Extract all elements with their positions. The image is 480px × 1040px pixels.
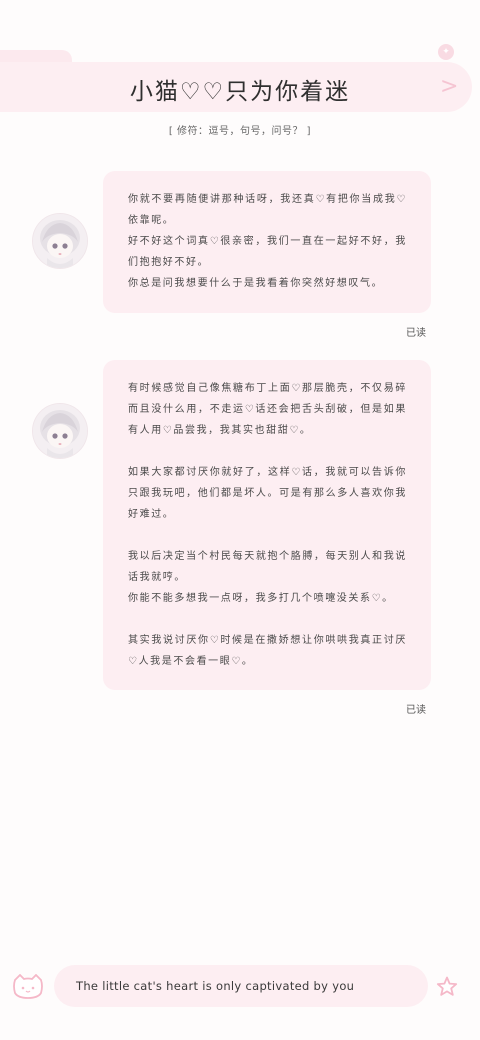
message-bubble[interactable]: 你就不要再随便讲那种话呀，我还真♡有把你当成我♡依靠呢。 好不好这个词真♡很亲密… xyxy=(103,171,431,313)
page-subtitle: [ 修符：逗号，句号，问号？ ] xyxy=(168,126,312,137)
message-text: 我以后决定当个村民每天就抱个胳膊，每天别人和我说话我就哼。 你能不能多想我一点呀… xyxy=(128,551,407,604)
sparkle-icon: ✦ xyxy=(438,44,454,60)
avatar-girl-icon xyxy=(33,404,87,458)
message-text: 你就不要再随便讲那种话呀，我还真♡有把你当成我♡依靠呢。 好不好这个词真♡很亲密… xyxy=(128,194,407,289)
message-bubble[interactable]: 有时候感觉自己像焦糖布丁上面♡那层脆壳，不仅易碎而且没什么用，不走运♡话还会把舌… xyxy=(103,360,431,690)
page-title: 小猫♡♡只为你着迷 xyxy=(129,79,351,105)
flower-icon[interactable] xyxy=(436,976,458,998)
message-text: 有时候感觉自己像焦糖布丁上面♡那层脆壳，不仅易碎而且没什么用，不走运♡话还会把舌… xyxy=(128,383,407,436)
message-text: 其实我说讨厌你♡时候是在撒娇想让你哄哄我真正讨厌♡人我是不会看一眼♡。 xyxy=(128,635,407,667)
message-input[interactable]: The little cat's heart is only captivate… xyxy=(54,965,428,1007)
message-text: 如果大家都讨厌你就好了，这样♡话，我就可以告诉你只跟我玩吧，他们都是坏人。可是有… xyxy=(128,467,407,520)
avatar[interactable] xyxy=(33,214,87,268)
avatar-girl-icon xyxy=(33,214,87,268)
message-input-text: The little cat's heart is only captivate… xyxy=(76,979,355,993)
read-status: 已读 xyxy=(406,705,426,716)
chevron-right-icon[interactable]: > xyxy=(440,74,458,99)
read-status: 已读 xyxy=(406,328,426,339)
cat-face-icon[interactable] xyxy=(12,973,44,1000)
avatar[interactable] xyxy=(33,404,87,458)
